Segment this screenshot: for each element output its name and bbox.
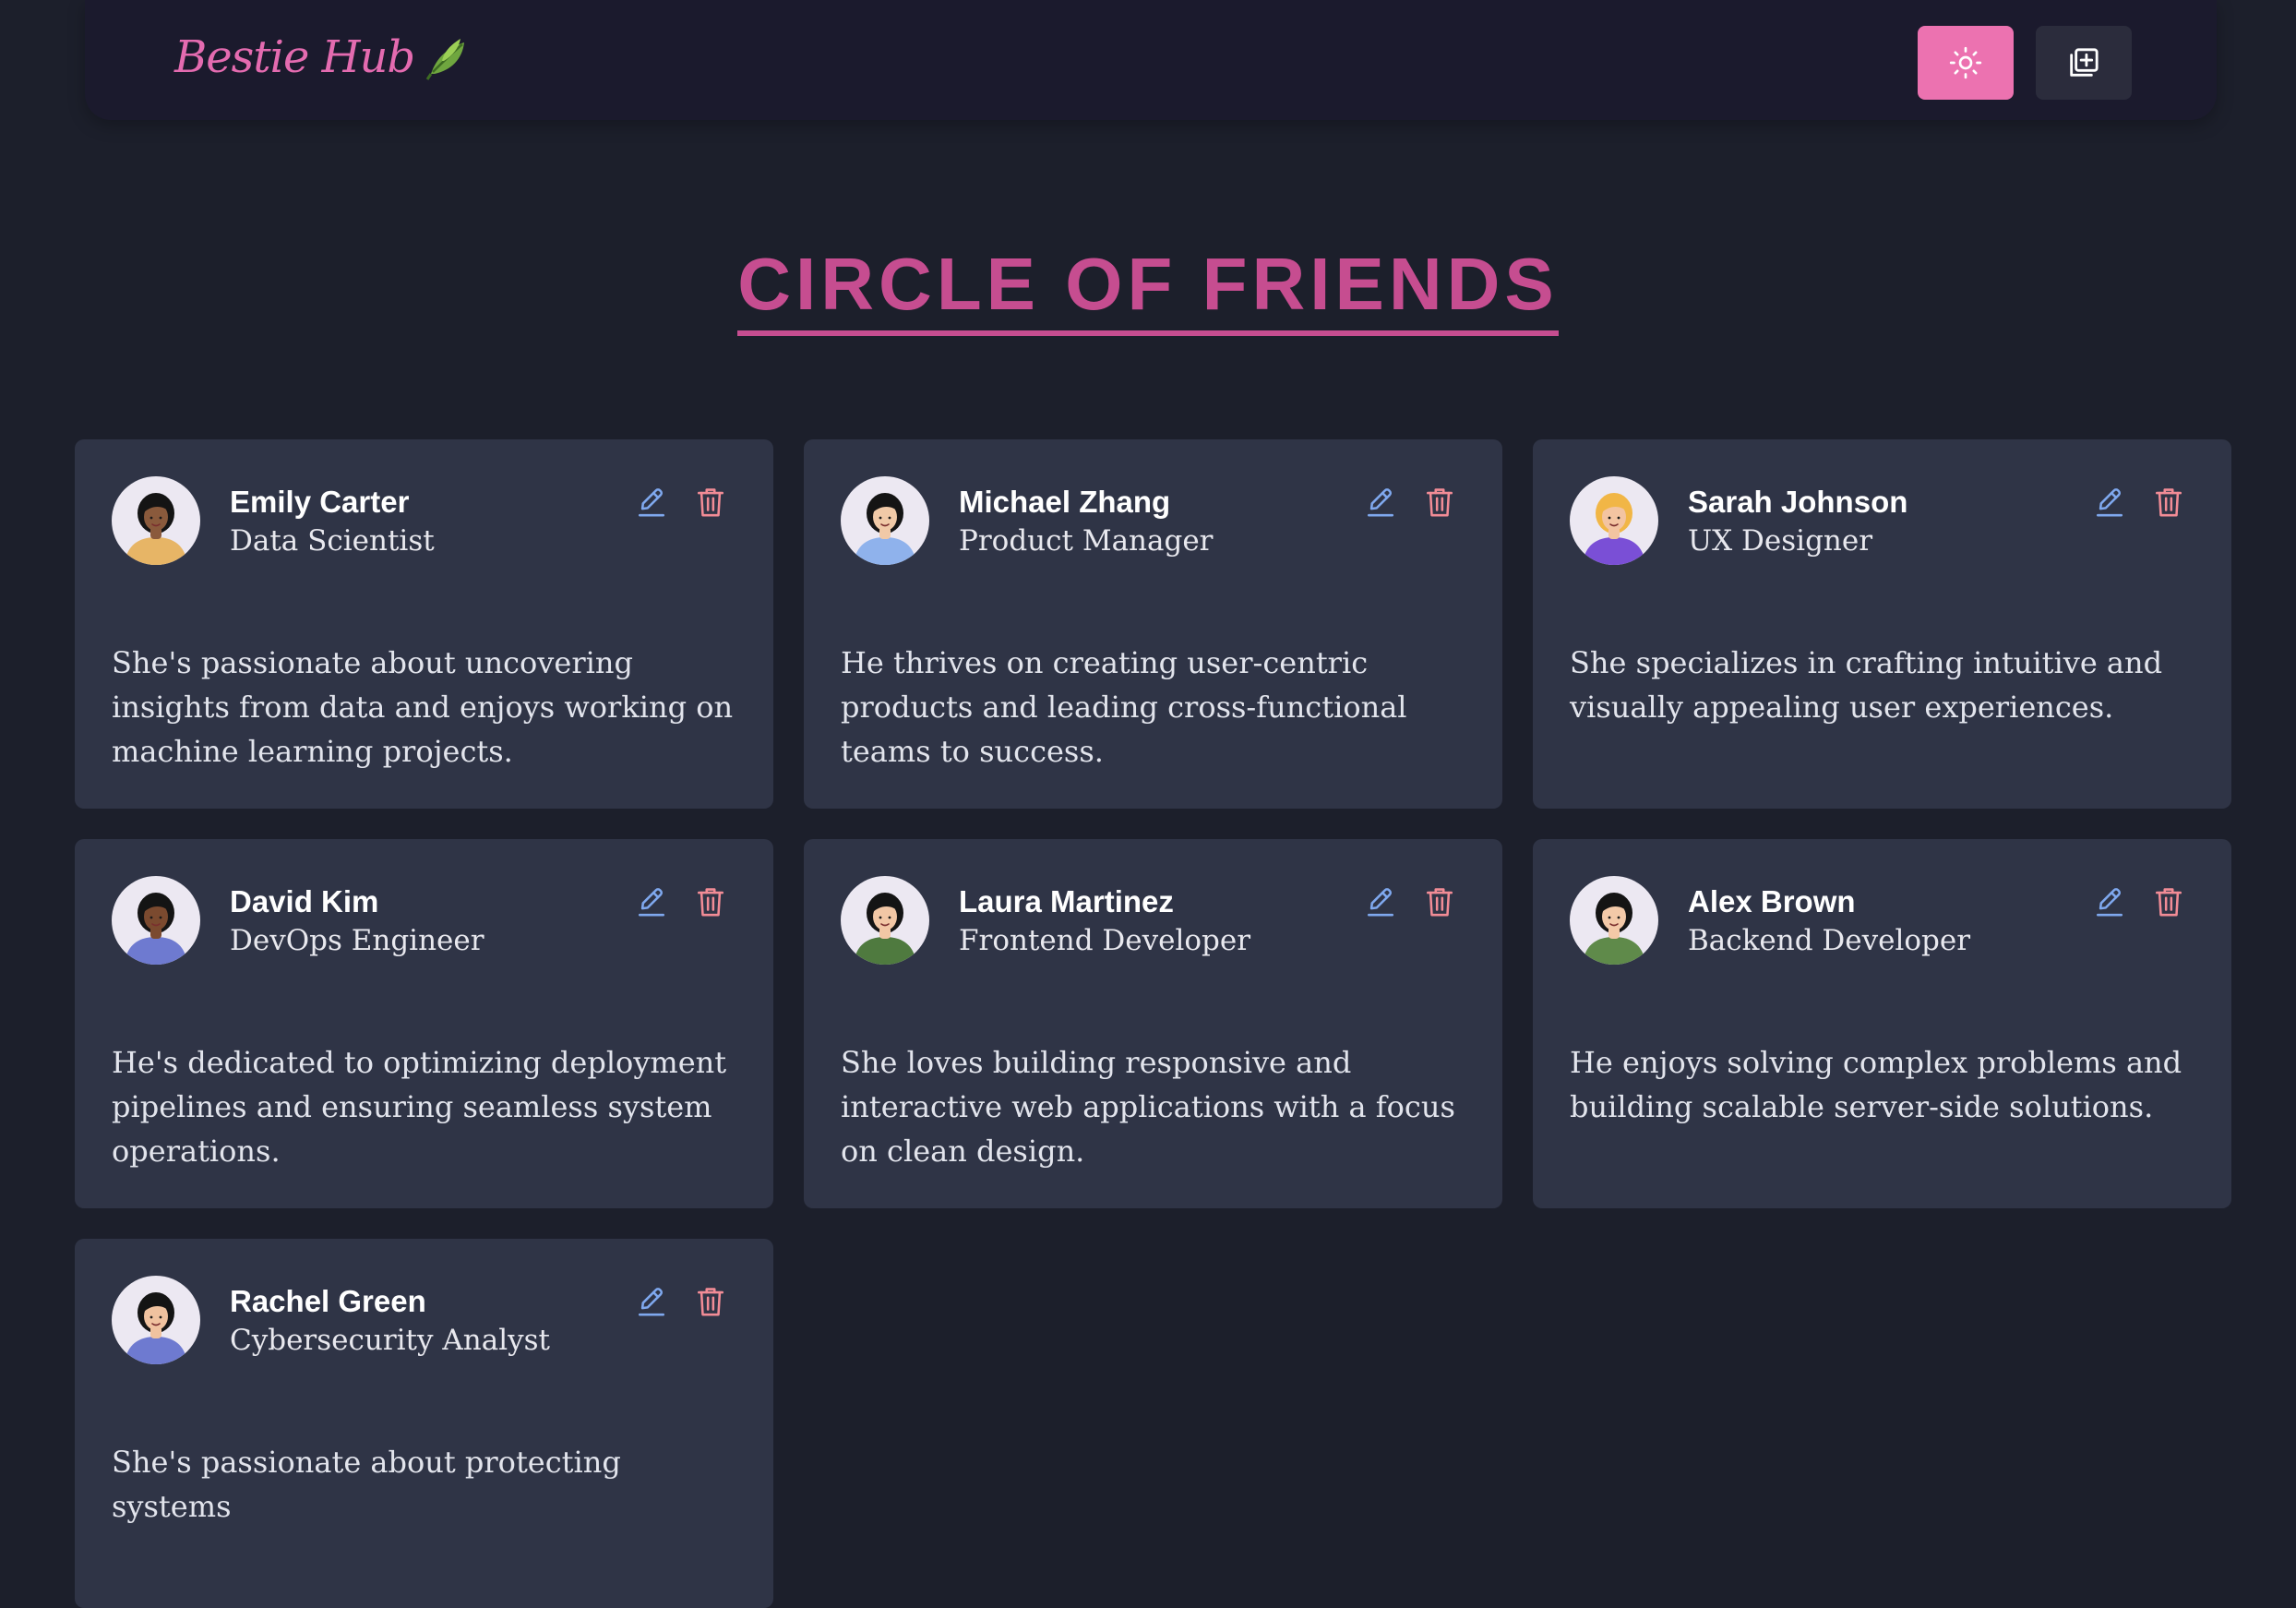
avatar (841, 476, 929, 565)
trash-icon (697, 488, 724, 517)
trash-icon (697, 888, 724, 917)
friend-identity: David Kim DevOps Engineer (230, 883, 484, 959)
friend-card: Rachel Green Cybersecurity Analyst She's… (75, 1239, 773, 1608)
avatar-illustration (125, 493, 187, 565)
edit-button[interactable] (2093, 484, 2126, 521)
avatar (1570, 476, 1658, 565)
edit-button[interactable] (1364, 883, 1397, 920)
friend-name: Michael Zhang (959, 485, 1171, 519)
friend-bio: She's passionate about uncovering insigh… (112, 645, 734, 769)
card-actions (635, 1283, 727, 1320)
friend-identity: Michael Zhang Product Manager (959, 484, 1214, 559)
edit-button[interactable] (635, 883, 668, 920)
edit-pencil-icon (638, 1288, 665, 1316)
trash-icon (2155, 888, 2182, 917)
friend-bio: He thrives on creating user-centric prod… (841, 645, 1407, 769)
friend-card: Alex Brown Backend Developer He enjoys s… (1533, 839, 2231, 1208)
edit-pencil-icon (1367, 888, 1394, 917)
delete-button[interactable] (694, 1283, 727, 1320)
friend-role: UX Designer (1688, 523, 1873, 558)
brand-logo[interactable]: Bestie Hub (174, 31, 472, 83)
edit-pencil-icon (2096, 488, 2123, 517)
friend-role: Backend Developer (1688, 923, 1971, 957)
edit-pencil-icon (1367, 488, 1394, 517)
friend-name: Emily Carter (230, 485, 410, 519)
avatar-illustration (125, 1292, 187, 1364)
card-actions (2093, 883, 2185, 920)
friend-identity: Alex Brown Backend Developer (1688, 883, 1970, 959)
theme-toggle-button[interactable] (1918, 26, 2014, 100)
friend-card: Laura Martinez Frontend Developer She lo… (804, 839, 1502, 1208)
friend-bio: She's passionate about protecting system… (112, 1445, 621, 1524)
friend-card: Emily Carter Data Scientist She's passio… (75, 439, 773, 809)
friend-bio: She loves building responsive and intera… (841, 1045, 1455, 1169)
heading-wrapper: CIRCLE OF FRIENDS (0, 247, 2296, 336)
friend-identity: Sarah Johnson UX Designer (1688, 484, 1907, 559)
card-actions (635, 883, 727, 920)
avatar-illustration (1583, 893, 1645, 965)
avatar (112, 876, 200, 965)
delete-button[interactable] (1423, 883, 1456, 920)
page-title: CIRCLE OF FRIENDS (737, 247, 1559, 336)
brand-title: Bestie Hub (174, 31, 415, 83)
friend-card: David Kim DevOps Engineer He's dedicated… (75, 839, 773, 1208)
edit-button[interactable] (635, 484, 668, 521)
edit-button[interactable] (2093, 883, 2126, 920)
friend-role: Frontend Developer (959, 923, 1251, 957)
friend-role: Data Scientist (230, 523, 435, 558)
delete-button[interactable] (2152, 883, 2185, 920)
friend-role: DevOps Engineer (230, 923, 484, 957)
friend-bio: He's dedicated to optimizing deployment … (112, 1045, 727, 1169)
avatar-illustration (854, 493, 916, 565)
card-actions (1364, 484, 1456, 521)
delete-button[interactable] (694, 484, 727, 521)
leaf-icon (425, 39, 465, 80)
add-friend-button[interactable] (2036, 26, 2132, 100)
friends-grid: Emily Carter Data Scientist She's passio… (75, 439, 2231, 1608)
friend-role: Product Manager (959, 523, 1214, 558)
friend-name: Rachel Green (230, 1284, 426, 1318)
edit-pencil-icon (638, 488, 665, 517)
avatar (112, 476, 200, 565)
friend-identity: Emily Carter Data Scientist (230, 484, 435, 559)
trash-icon (697, 1288, 724, 1316)
friend-identity: Laura Martinez Frontend Developer (959, 883, 1250, 959)
avatar-illustration (1583, 493, 1645, 565)
delete-button[interactable] (694, 883, 727, 920)
card-actions (635, 484, 727, 521)
friend-name: Laura Martinez (959, 884, 1174, 918)
trash-icon (2155, 488, 2182, 517)
navbar: Bestie Hub (85, 0, 2217, 120)
friend-bio: She specializes in crafting intuitive an… (1570, 645, 2163, 725)
trash-icon (1426, 888, 1453, 917)
add-square-icon (2070, 48, 2099, 77)
trash-icon (1426, 488, 1453, 517)
avatar (841, 876, 929, 965)
edit-pencil-icon (2096, 888, 2123, 917)
friend-role: Cybersecurity Analyst (230, 1323, 551, 1357)
sun-icon (1949, 46, 1982, 79)
friend-identity: Rachel Green Cybersecurity Analyst (230, 1283, 550, 1359)
card-actions (1364, 883, 1456, 920)
avatar (1570, 876, 1658, 965)
friend-card: Sarah Johnson UX Designer She specialize… (1533, 439, 2231, 809)
edit-pencil-icon (638, 888, 665, 917)
avatar-illustration (125, 893, 187, 965)
friend-name: David Kim (230, 884, 379, 918)
card-actions (2093, 484, 2185, 521)
avatar (112, 1276, 200, 1364)
delete-button[interactable] (2152, 484, 2185, 521)
edit-button[interactable] (1364, 484, 1397, 521)
edit-button[interactable] (635, 1283, 668, 1320)
friend-bio: He enjoys solving complex problems and b… (1570, 1045, 2182, 1124)
friend-card: Michael Zhang Product Manager He thrives… (804, 439, 1502, 809)
friend-name: Sarah Johnson (1688, 485, 1908, 519)
friend-name: Alex Brown (1688, 884, 1856, 918)
avatar-illustration (854, 893, 916, 965)
delete-button[interactable] (1423, 484, 1456, 521)
